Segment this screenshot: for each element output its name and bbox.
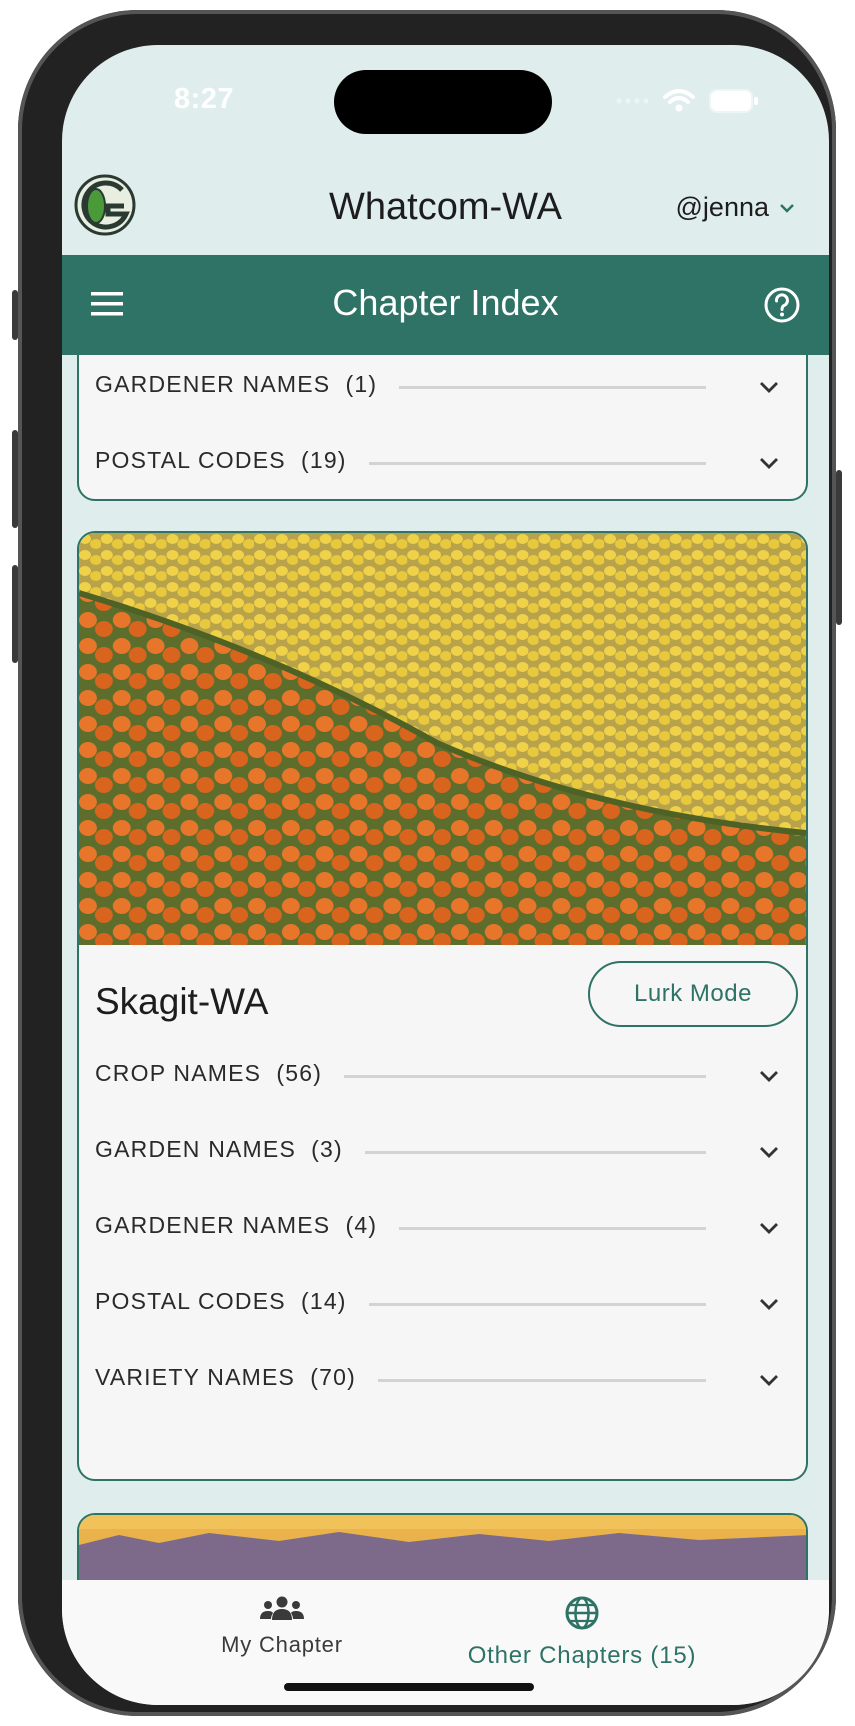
chevron-down-icon bbox=[780, 203, 794, 213]
user-menu[interactable]: @jenna bbox=[676, 192, 795, 223]
signal-icon bbox=[616, 98, 649, 104]
tulip-field-image bbox=[79, 533, 806, 945]
chevron-down-icon bbox=[760, 458, 778, 469]
status-bar: 8:27 bbox=[62, 45, 829, 135]
username: @jenna bbox=[675, 192, 769, 222]
index-row-gardener-names[interactable]: GARDENER NAMES (1) bbox=[79, 357, 806, 417]
chapter-card-skagit: Skagit-WA Lurk Mode CROP NAMES (56) GARD… bbox=[77, 531, 808, 1481]
tab-my-chapter[interactable]: My Chapter bbox=[132, 1595, 432, 1658]
toolbar: Chapter Index bbox=[62, 255, 829, 355]
index-row-crop-names[interactable]: CROP NAMES (56) bbox=[79, 1046, 806, 1106]
screen: 8:27 Whatcom-WA @jenna Chapter Index GAR… bbox=[62, 45, 829, 1705]
lurk-mode-button[interactable]: Lurk Mode bbox=[588, 961, 798, 1027]
people-icon bbox=[260, 1596, 304, 1620]
dynamic-island bbox=[334, 70, 552, 134]
home-indicator[interactable] bbox=[284, 1683, 534, 1691]
row-label: GARDEN NAMES (3) bbox=[95, 1136, 365, 1163]
wifi-icon bbox=[663, 89, 695, 112]
chevron-down-icon bbox=[760, 1147, 778, 1158]
status-time: 8:27 bbox=[174, 83, 235, 115]
globe-icon bbox=[565, 1596, 599, 1630]
tab-label: My Chapter bbox=[221, 1632, 343, 1657]
chapter-title: Skagit-WA bbox=[95, 981, 269, 1022]
row-label: POSTAL CODES (19) bbox=[95, 447, 369, 474]
chapter-list[interactable]: GARDENER NAMES (1) POSTAL CODES (19) Ska… bbox=[62, 355, 829, 1580]
chevron-down-icon bbox=[760, 1223, 778, 1234]
index-row-postal-codes[interactable]: POSTAL CODES (14) bbox=[79, 1274, 806, 1334]
index-row-variety-names[interactable]: VARIETY NAMES (70) bbox=[79, 1350, 806, 1410]
row-label: POSTAL CODES (14) bbox=[95, 1288, 369, 1315]
chapter-card-next[interactable] bbox=[77, 1513, 808, 1580]
help-icon[interactable] bbox=[763, 286, 801, 324]
battery-icon bbox=[709, 89, 758, 113]
row-label: GARDENER NAMES (4) bbox=[95, 1212, 400, 1239]
row-label: CROP NAMES (56) bbox=[95, 1060, 345, 1087]
volume-up-button bbox=[12, 430, 18, 528]
chevron-down-icon bbox=[760, 1071, 778, 1082]
row-label: VARIETY NAMES (70) bbox=[95, 1364, 378, 1391]
app-header: Whatcom-WA @jenna bbox=[62, 170, 829, 250]
page-title: Chapter Index bbox=[332, 282, 559, 323]
index-row-gardener-names[interactable]: GARDENER NAMES (4) bbox=[79, 1198, 806, 1258]
landscape-image bbox=[79, 1515, 806, 1580]
power-button bbox=[836, 470, 842, 625]
status-icons bbox=[615, 89, 759, 113]
chevron-down-icon bbox=[760, 1375, 778, 1386]
chapter-card-whatcom: GARDENER NAMES (1) POSTAL CODES (19) bbox=[77, 355, 808, 501]
tab-other-chapters[interactable]: Other Chapters (15) bbox=[432, 1595, 732, 1670]
row-label: GARDENER NAMES (1) bbox=[95, 371, 400, 398]
chevron-down-icon bbox=[760, 382, 778, 393]
action-button bbox=[12, 290, 18, 340]
index-row-garden-names[interactable]: GARDEN NAMES (3) bbox=[79, 1122, 806, 1182]
phone-frame: 8:27 Whatcom-WA @jenna Chapter Index GAR… bbox=[12, 10, 842, 1716]
chevron-down-icon bbox=[760, 1299, 778, 1310]
volume-down-button bbox=[12, 565, 18, 663]
tab-label: Other Chapters (15) bbox=[467, 1642, 697, 1669]
index-row-postal-codes[interactable]: POSTAL CODES (19) bbox=[79, 433, 806, 493]
